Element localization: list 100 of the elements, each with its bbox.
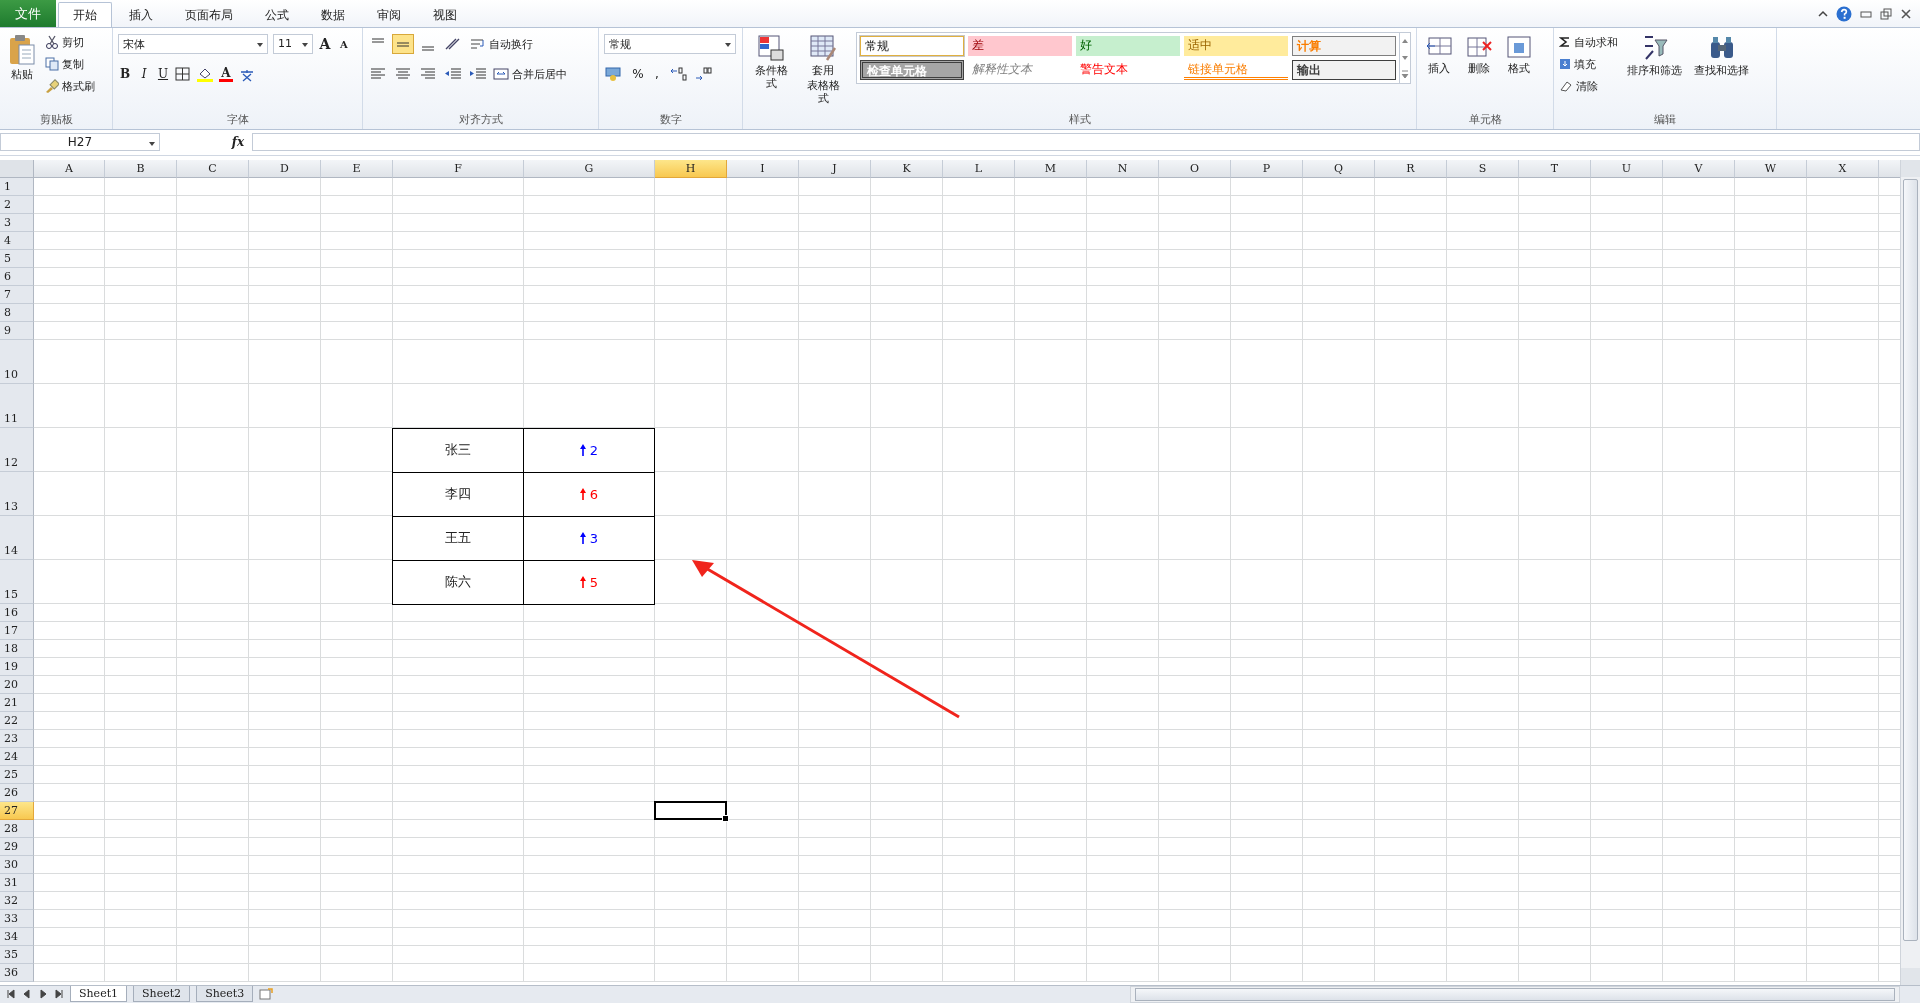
- merge-center-button[interactable]: 合并后居中: [493, 64, 567, 84]
- autosum-button[interactable]: 自动求和: [1559, 32, 1618, 52]
- paste-button[interactable]: 粘贴: [5, 32, 39, 84]
- column-header[interactable]: C: [177, 159, 249, 178]
- fill-color-icon[interactable]: [196, 66, 214, 82]
- column-header[interactable]: K: [871, 159, 943, 178]
- sheet-nav-icon[interactable]: [6, 989, 16, 1000]
- conditional-format-button[interactable]: 条件格式: [748, 32, 794, 93]
- column-header[interactable]: Q: [1303, 159, 1375, 178]
- column-header[interactable]: G: [524, 159, 655, 178]
- select-all-corner[interactable]: [0, 159, 34, 178]
- row-header[interactable]: 13: [0, 471, 34, 516]
- decrease-decimal-icon[interactable]: [694, 66, 714, 82]
- font-color-button[interactable]: A: [219, 66, 233, 82]
- format-as-table-button[interactable]: 套用 表格格式: [800, 32, 846, 108]
- sheet-nav-icon[interactable]: [38, 989, 48, 1000]
- cell-style-swatch[interactable]: 好: [1076, 36, 1180, 56]
- column-header[interactable]: T: [1519, 159, 1591, 178]
- cell-style-swatch[interactable]: 警告文本: [1076, 60, 1180, 80]
- cell-style-swatch[interactable]: 差: [968, 36, 1072, 56]
- ribbon-tab[interactable]: 页面布局: [170, 2, 248, 27]
- row-header[interactable]: 12: [0, 427, 34, 472]
- file-tab[interactable]: 文件: [0, 0, 56, 27]
- border-icon[interactable]: [175, 67, 191, 81]
- vertical-scrollbar[interactable]: [1900, 159, 1920, 985]
- find-select-button[interactable]: 查找和选择: [1691, 32, 1752, 80]
- column-header[interactable]: E: [321, 159, 393, 178]
- selected-cell[interactable]: [654, 800, 727, 820]
- horizontal-align-icon[interactable]: [368, 66, 388, 82]
- cell-style-swatch[interactable]: 常规: [860, 36, 964, 56]
- row-header[interactable]: 11: [0, 383, 34, 428]
- column-header[interactable]: V: [1663, 159, 1735, 178]
- row-header[interactable]: 10: [0, 339, 34, 384]
- indent-icon[interactable]: [468, 66, 488, 82]
- column-header[interactable]: S: [1447, 159, 1519, 178]
- column-header[interactable]: J: [799, 159, 871, 178]
- column-header[interactable]: B: [105, 159, 177, 178]
- wrap-text-button[interactable]: 自动换行: [470, 34, 533, 54]
- bold-button[interactable]: B: [118, 67, 132, 81]
- column-header[interactable]: M: [1015, 159, 1087, 178]
- close-icon[interactable]: [1900, 7, 1912, 20]
- sheet-nav-icon[interactable]: [54, 989, 64, 1000]
- shrink-font-button[interactable]: A: [337, 38, 351, 50]
- insert-function-button[interactable]: fx: [228, 135, 248, 150]
- column-header[interactable]: L: [943, 159, 1015, 178]
- insert-button[interactable]: 插入: [1422, 32, 1456, 78]
- column-header[interactable]: W: [1735, 159, 1807, 178]
- fill-button[interactable]: 填充: [1559, 54, 1618, 74]
- column-header[interactable]: F: [393, 159, 524, 178]
- help-icon[interactable]: [1836, 5, 1852, 22]
- cell-style-swatch[interactable]: 输出: [1292, 60, 1396, 80]
- ribbon-tab[interactable]: 公式: [250, 2, 304, 27]
- cell-style-swatch[interactable]: 解释性文本: [968, 60, 1072, 80]
- column-header[interactable]: D: [249, 159, 321, 178]
- sheet-tab[interactable]: Sheet1: [70, 986, 128, 1003]
- horizontal-align-icon[interactable]: [393, 66, 413, 82]
- name-box[interactable]: H27: [0, 133, 160, 152]
- increase-decimal-icon[interactable]: [669, 66, 689, 82]
- ribbon-tab[interactable]: 开始: [58, 2, 112, 27]
- italic-button[interactable]: I: [137, 67, 151, 81]
- copy-button[interactable]: 复制: [45, 54, 95, 74]
- ribbon-tab[interactable]: 插入: [114, 2, 168, 27]
- format-button[interactable]: 格式: [1502, 32, 1536, 78]
- column-header[interactable]: U: [1591, 159, 1663, 178]
- sheet-tab[interactable]: Sheet3: [196, 986, 254, 1003]
- column-header[interactable]: A: [34, 159, 105, 178]
- sheet-tab[interactable]: Sheet2: [133, 986, 191, 1003]
- ribbon-tab[interactable]: 审阅: [362, 2, 416, 27]
- restore-icon[interactable]: [1880, 7, 1892, 20]
- percent-button[interactable]: %: [631, 67, 645, 81]
- underline-button[interactable]: U: [156, 67, 170, 81]
- collapse-ribbon-icon[interactable]: [1818, 9, 1828, 18]
- column-header[interactable]: P: [1231, 159, 1303, 178]
- format-painter-button[interactable]: 格式刷: [45, 76, 95, 96]
- ribbon-tab[interactable]: 数据: [306, 2, 360, 27]
- sheet-nav-icon[interactable]: [22, 989, 32, 1000]
- vertical-align-icon[interactable]: [393, 35, 413, 53]
- row-header[interactable]: 14: [0, 515, 34, 560]
- horizontal-scrollbar[interactable]: [1130, 986, 1900, 1003]
- column-header[interactable]: I: [727, 159, 799, 178]
- minimize-icon[interactable]: [1860, 8, 1872, 19]
- clear-button[interactable]: 清除: [1559, 76, 1618, 96]
- grow-font-button[interactable]: A: [318, 36, 332, 52]
- font-size-dropdown[interactable]: 11: [273, 34, 313, 54]
- delete-button[interactable]: 删除: [1462, 32, 1496, 78]
- column-header[interactable]: H: [655, 159, 727, 178]
- sort-filter-button[interactable]: 排序和筛选: [1624, 32, 1685, 80]
- row-header[interactable]: 15: [0, 559, 34, 604]
- cut-button[interactable]: 剪切: [45, 32, 95, 52]
- column-header[interactable]: N: [1087, 159, 1159, 178]
- column-header[interactable]: X: [1807, 159, 1879, 178]
- indent-icon[interactable]: [443, 66, 463, 82]
- horizontal-align-icon[interactable]: [418, 66, 438, 82]
- column-header[interactable]: O: [1159, 159, 1231, 178]
- column-header[interactable]: R: [1375, 159, 1447, 178]
- ribbon-tab[interactable]: 视图: [418, 2, 472, 27]
- number-format-dropdown[interactable]: 常规: [604, 34, 736, 54]
- cell-style-swatch[interactable]: 适中: [1184, 36, 1288, 56]
- comma-button[interactable]: ,: [650, 67, 664, 81]
- formula-input[interactable]: [252, 133, 1920, 152]
